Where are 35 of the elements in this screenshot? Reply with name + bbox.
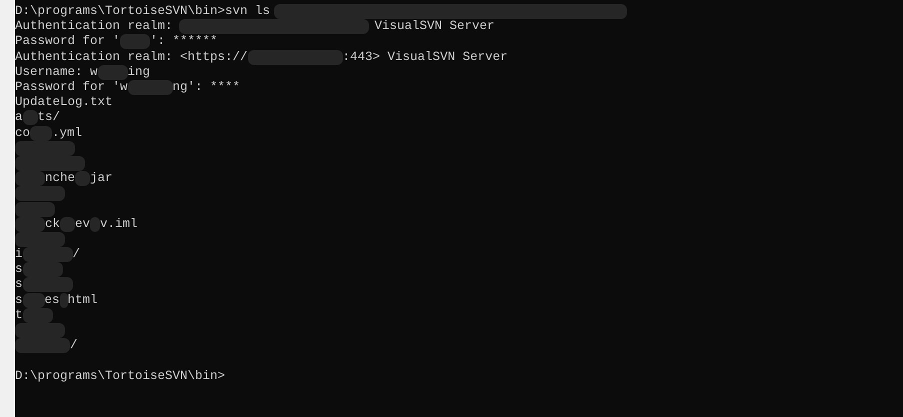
- redaction-mask: [15, 338, 70, 354]
- terminal-text: Authentication realm:: [15, 19, 173, 34]
- terminal-text: .yml: [52, 126, 82, 141]
- terminal-text: a: [15, 110, 23, 126]
- terminal-text: s: [15, 292, 23, 308]
- terminal-text: /: [72, 247, 80, 262]
- terminal-text: nche: [45, 171, 76, 186]
- terminal-text: ck: [45, 216, 60, 232]
- terminal-text: jar: [90, 171, 113, 186]
- terminal-text: t: [15, 308, 23, 323]
- terminal-text: UpdateLog.txt: [15, 95, 113, 110]
- terminal-text: v.iml: [100, 216, 138, 232]
- terminal-text: D:\programs\TortoiseSVN\bin>: [15, 368, 226, 384]
- redaction-mask: [90, 216, 100, 232]
- terminal-text: D:\programs\TortoiseSVN\bin>svn ls: [15, 4, 270, 20]
- terminal-text: s: [15, 262, 23, 278]
- terminal-text: ': ******: [150, 34, 218, 50]
- terminal-text: :443> VisualSVN Server: [342, 50, 508, 65]
- terminal-text: co: [15, 126, 30, 141]
- terminal-text: ing: [128, 64, 150, 80]
- terminal-text: html: [68, 292, 98, 308]
- terminal-text: ng': ****: [172, 80, 240, 96]
- terminal-text: Password for ': [15, 34, 120, 50]
- terminal-text: ts/: [38, 110, 60, 126]
- terminal-text: i: [15, 247, 23, 262]
- terminal-text: s: [15, 277, 23, 292]
- terminal-text: VisualSVN Server: [374, 19, 495, 34]
- terminal-text: Password for 'w: [15, 80, 128, 96]
- terminal-text: es: [44, 292, 60, 308]
- terminal-text: Authentication realm: <https://: [15, 50, 248, 65]
- terminal-text: ev: [75, 216, 90, 232]
- terminal-text: /: [70, 338, 78, 354]
- redaction-mask: [120, 34, 150, 50]
- terminal-text: Username: w: [15, 64, 98, 80]
- redaction-mask: [15, 202, 55, 217]
